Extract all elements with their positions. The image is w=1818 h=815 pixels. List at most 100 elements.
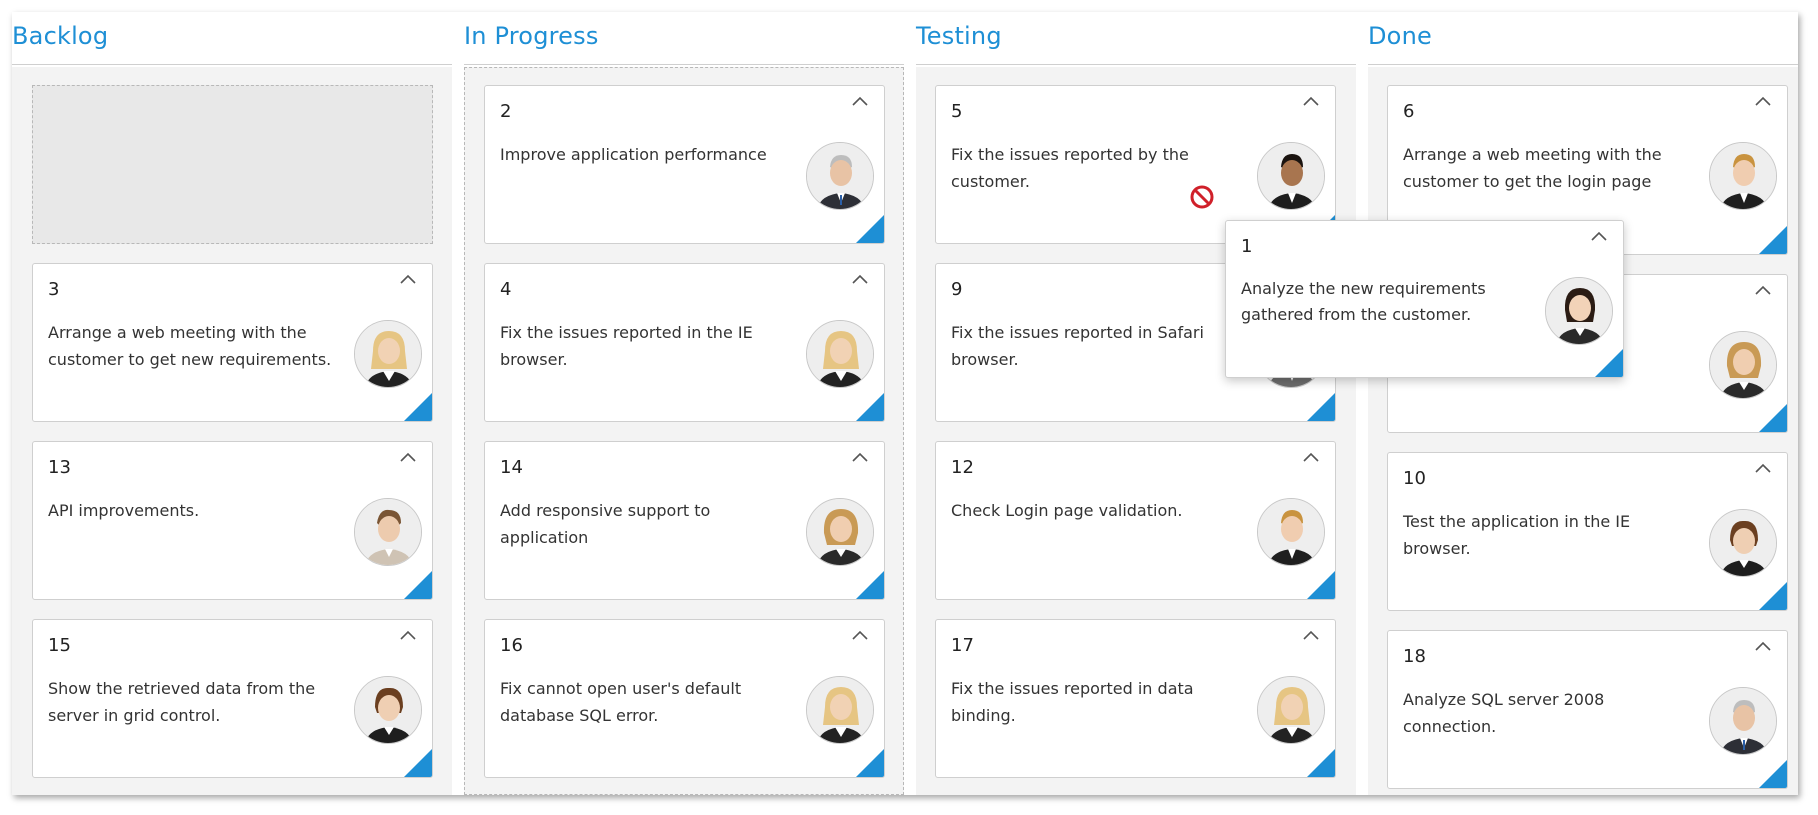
card[interactable]: 18 Analyze SQL server 2008 connection.: [1387, 630, 1788, 789]
card-id: 9: [951, 279, 963, 300]
card-summary: Fix the issues reported in the IE browse…: [500, 323, 753, 369]
column-done: Done 6 Arrange a web meeting with the cu…: [1368, 12, 1798, 795]
chevron-up-icon[interactable]: [850, 92, 870, 112]
card-id: 17: [951, 635, 974, 656]
card-corner-marker: [1759, 404, 1787, 432]
chevron-up-icon[interactable]: [1753, 281, 1773, 301]
card[interactable]: 13 API improvements.: [32, 441, 433, 600]
chevron-up-icon[interactable]: [850, 448, 870, 468]
card-id: 5: [951, 101, 963, 122]
card-id: 16: [500, 635, 523, 656]
card-id: 12: [951, 457, 974, 478]
card-summary: Fix the issues reported in Safari browse…: [951, 323, 1204, 369]
card-corner-marker: [856, 571, 884, 599]
drop-placeholder[interactable]: [32, 85, 433, 244]
card-id: 4: [500, 279, 512, 300]
card-summary: Improve application performance: [500, 145, 767, 164]
chevron-up-icon[interactable]: [1301, 92, 1321, 112]
avatar: [1709, 331, 1777, 399]
card-corner-marker: [1307, 749, 1335, 777]
column-body: 3 Arrange a web meeting with the custome…: [12, 67, 452, 795]
card-corner-marker: [1307, 571, 1335, 599]
chevron-up-icon[interactable]: [1589, 227, 1609, 247]
card-corner-marker: [1307, 393, 1335, 421]
avatar: [1257, 498, 1325, 566]
chevron-up-icon[interactable]: [1753, 92, 1773, 112]
card-id: 1: [1241, 236, 1253, 257]
card-summary: Analyze the new requirements gathered fr…: [1241, 279, 1486, 324]
card-corner-marker: [404, 393, 432, 421]
card[interactable]: 2 Improve application performance: [484, 85, 885, 244]
column-header: Backlog: [12, 12, 452, 65]
card-id: 6: [1403, 101, 1415, 122]
column-header: Done: [1368, 12, 1798, 65]
card-id: 13: [48, 457, 71, 478]
column-backlog: Backlog 3 Arrange a web meeting with the…: [12, 12, 452, 795]
chevron-up-icon[interactable]: [1301, 448, 1321, 468]
avatar: [1709, 509, 1777, 577]
card-summary: Fix the issues reported by the customer.: [951, 145, 1189, 191]
card-id: 3: [48, 279, 60, 300]
chevron-up-icon[interactable]: [398, 626, 418, 646]
chevron-up-icon[interactable]: [1753, 637, 1773, 657]
column-header: In Progress: [464, 12, 904, 65]
card-id: 18: [1403, 646, 1426, 667]
card-summary: Fix the issues reported in data binding.: [951, 679, 1194, 725]
card-corner-marker: [404, 571, 432, 599]
card[interactable]: 3 Arrange a web meeting with the custome…: [32, 263, 433, 422]
card-corner-marker: [1595, 349, 1623, 377]
column-title: Done: [1368, 22, 1432, 50]
card-summary: Test the application in the IE browser.: [1403, 512, 1631, 558]
kanban-board: Backlog 3 Arrange a web meeting with the…: [12, 12, 1798, 795]
avatar: [1545, 277, 1613, 345]
chevron-up-icon[interactable]: [398, 448, 418, 468]
avatar: [1709, 142, 1777, 210]
card-id: 10: [1403, 468, 1426, 489]
card-corner-marker: [1759, 760, 1787, 788]
column-title: In Progress: [464, 22, 599, 50]
card-corner-marker: [856, 393, 884, 421]
card-id: 14: [500, 457, 523, 478]
card[interactable]: 16 Fix cannot open user's default databa…: [484, 619, 885, 778]
no-drop-cursor-icon: [1190, 185, 1214, 209]
card[interactable]: 14 Add responsive support to application: [484, 441, 885, 600]
card-summary: Fix cannot open user's default database …: [500, 679, 742, 725]
card-corner-marker: [856, 749, 884, 777]
card-corner-marker: [856, 215, 884, 243]
avatar: [806, 320, 874, 388]
card[interactable]: 17 Fix the issues reported in data bindi…: [935, 619, 1336, 778]
avatar: [1257, 676, 1325, 744]
card-summary: Add responsive support to application: [500, 501, 711, 547]
card[interactable]: 4 Fix the issues reported in the IE brow…: [484, 263, 885, 422]
card[interactable]: 15 Show the retrieved data from the serv…: [32, 619, 433, 778]
column-body: 5 Fix the issues reported by the custome…: [916, 67, 1356, 795]
avatar: [1709, 687, 1777, 755]
column-in-progress: In Progress 2 Improve application perfor…: [464, 12, 904, 795]
column-title: Testing: [916, 22, 1002, 50]
chevron-up-icon[interactable]: [1753, 459, 1773, 479]
dragged-card[interactable]: 1 Analyze the new requirements gathered …: [1225, 220, 1624, 378]
card[interactable]: 12 Check Login page validation.: [935, 441, 1336, 600]
column-body: 2 Improve application performance 4 Fix …: [464, 67, 904, 795]
column-header: Testing: [916, 12, 1356, 65]
avatar: [354, 498, 422, 566]
chevron-up-icon[interactable]: [398, 270, 418, 290]
chevron-up-icon[interactable]: [1301, 626, 1321, 646]
column-title: Backlog: [12, 22, 109, 50]
avatar: [806, 676, 874, 744]
card-corner-marker: [1759, 582, 1787, 610]
column-body: 6 Arrange a web meeting with the custome…: [1368, 67, 1798, 795]
chevron-up-icon[interactable]: [850, 626, 870, 646]
card[interactable]: 10 Test the application in the IE browse…: [1387, 452, 1788, 611]
card-corner-marker: [1759, 226, 1787, 254]
card-summary: Arrange a web meeting with the customer …: [1403, 145, 1662, 191]
card-summary: Show the retrieved data from the server …: [48, 679, 316, 725]
card-summary: API improvements.: [48, 501, 200, 520]
card-id: 2: [500, 101, 512, 122]
chevron-up-icon[interactable]: [850, 270, 870, 290]
avatar: [354, 320, 422, 388]
avatar: [806, 498, 874, 566]
column-testing: Testing 5 Fix the issues reported by the…: [916, 12, 1356, 795]
card-summary: Check Login page validation.: [951, 501, 1183, 520]
avatar: [806, 142, 874, 210]
